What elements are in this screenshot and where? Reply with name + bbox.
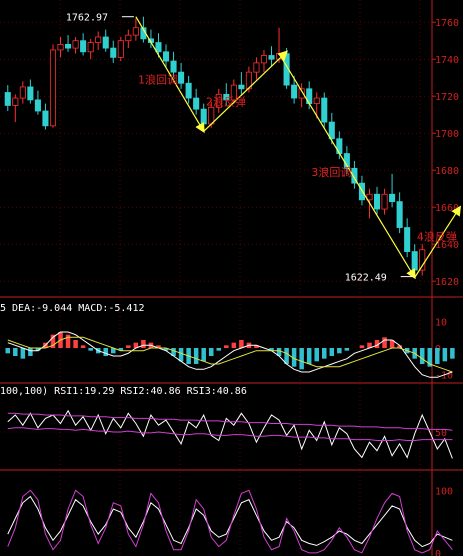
candle-body bbox=[238, 84, 245, 90]
candle-body bbox=[170, 60, 177, 73]
candle-body bbox=[65, 44, 72, 49]
y-tick-label: 1680 bbox=[435, 166, 459, 177]
candle-body bbox=[57, 44, 64, 51]
candle-body bbox=[185, 82, 192, 99]
candle-body bbox=[253, 62, 260, 73]
price-candles bbox=[4, 16, 426, 278]
macd-tick-label: 10 bbox=[435, 317, 447, 328]
wave-annotation: 2浪反弹 bbox=[206, 94, 246, 108]
chart-labels: 1浪回调 2浪反弹 3浪回调 4浪反弹 1762.97 1622.49 bbox=[66, 13, 457, 284]
candle-body bbox=[419, 249, 426, 271]
y-tick-label: 1760 bbox=[435, 18, 459, 29]
candle-body bbox=[87, 42, 94, 53]
candle-body bbox=[27, 86, 34, 101]
candle-body bbox=[328, 121, 335, 140]
candle-body bbox=[162, 51, 170, 62]
price-label: 1762.97 bbox=[66, 13, 108, 24]
wave-trend-lines bbox=[135, 16, 461, 280]
candle-body bbox=[102, 36, 109, 49]
candle-body bbox=[208, 106, 215, 125]
candle-body bbox=[389, 193, 396, 203]
candle-body bbox=[321, 97, 328, 123]
candle-body bbox=[49, 49, 57, 127]
candle-body bbox=[72, 40, 79, 49]
candle-body bbox=[260, 55, 268, 64]
candle-body bbox=[291, 84, 298, 99]
osc-line1 bbox=[7, 495, 453, 548]
wave-line bbox=[203, 50, 289, 132]
wave-annotation: 4浪反弹 bbox=[417, 230, 457, 244]
candle-body bbox=[396, 201, 403, 228]
candle-body bbox=[155, 42, 162, 53]
candle-body bbox=[42, 110, 49, 127]
candle-body bbox=[95, 36, 102, 43]
candle-body bbox=[110, 47, 117, 58]
rsi-line-rsi2 bbox=[7, 412, 453, 431]
wave-annotation: 3浪回调 bbox=[311, 165, 351, 179]
candle-body bbox=[411, 251, 418, 271]
y-tick-label: 1700 bbox=[435, 129, 459, 140]
chart-grid: 16201640166016801700172017401760 bbox=[0, 0, 463, 556]
candle-body bbox=[19, 86, 26, 99]
candle-body bbox=[178, 71, 185, 84]
candle-body bbox=[80, 40, 87, 53]
candle-body bbox=[4, 92, 11, 106]
osc-tick-label: 100 bbox=[435, 486, 453, 497]
macd-header: 5 DEA:-9.044 MACD:-5.412 bbox=[0, 303, 145, 314]
rsi-panel: 50 bbox=[0, 409, 453, 459]
y-tick-label: 1740 bbox=[435, 55, 459, 66]
candle-body bbox=[132, 27, 139, 36]
candle-body bbox=[200, 108, 207, 125]
candle-body bbox=[12, 97, 19, 106]
y-tick-label: 1720 bbox=[435, 92, 459, 103]
candle-body bbox=[381, 193, 388, 210]
candle-body bbox=[117, 40, 124, 58]
oscillator-panel: 100 0 bbox=[7, 486, 453, 556]
macd-panel: 100-10 bbox=[0, 317, 455, 382]
candle-body bbox=[193, 97, 200, 110]
candle-body bbox=[34, 99, 41, 112]
candle-body bbox=[336, 138, 343, 154]
candle-body bbox=[404, 227, 411, 253]
price-label: 1622.49 bbox=[345, 273, 387, 284]
candle-body bbox=[268, 55, 275, 60]
candle-body bbox=[373, 193, 381, 210]
stock-chart: 16201640166016801700172017401760 100-10 … bbox=[0, 0, 463, 556]
candle-body bbox=[313, 97, 320, 105]
osc-line2 bbox=[7, 489, 453, 554]
y-tick-label: 1660 bbox=[435, 203, 459, 214]
y-tick-label: 1620 bbox=[435, 277, 459, 288]
candle-body bbox=[125, 34, 132, 42]
osc-tick-label: 0 bbox=[435, 549, 441, 556]
rsi-header: 100,100) RSI1:19.29 RSI2:40.86 RSI3:40.8… bbox=[0, 386, 247, 397]
wave-annotation: 1浪回调 bbox=[138, 72, 178, 86]
